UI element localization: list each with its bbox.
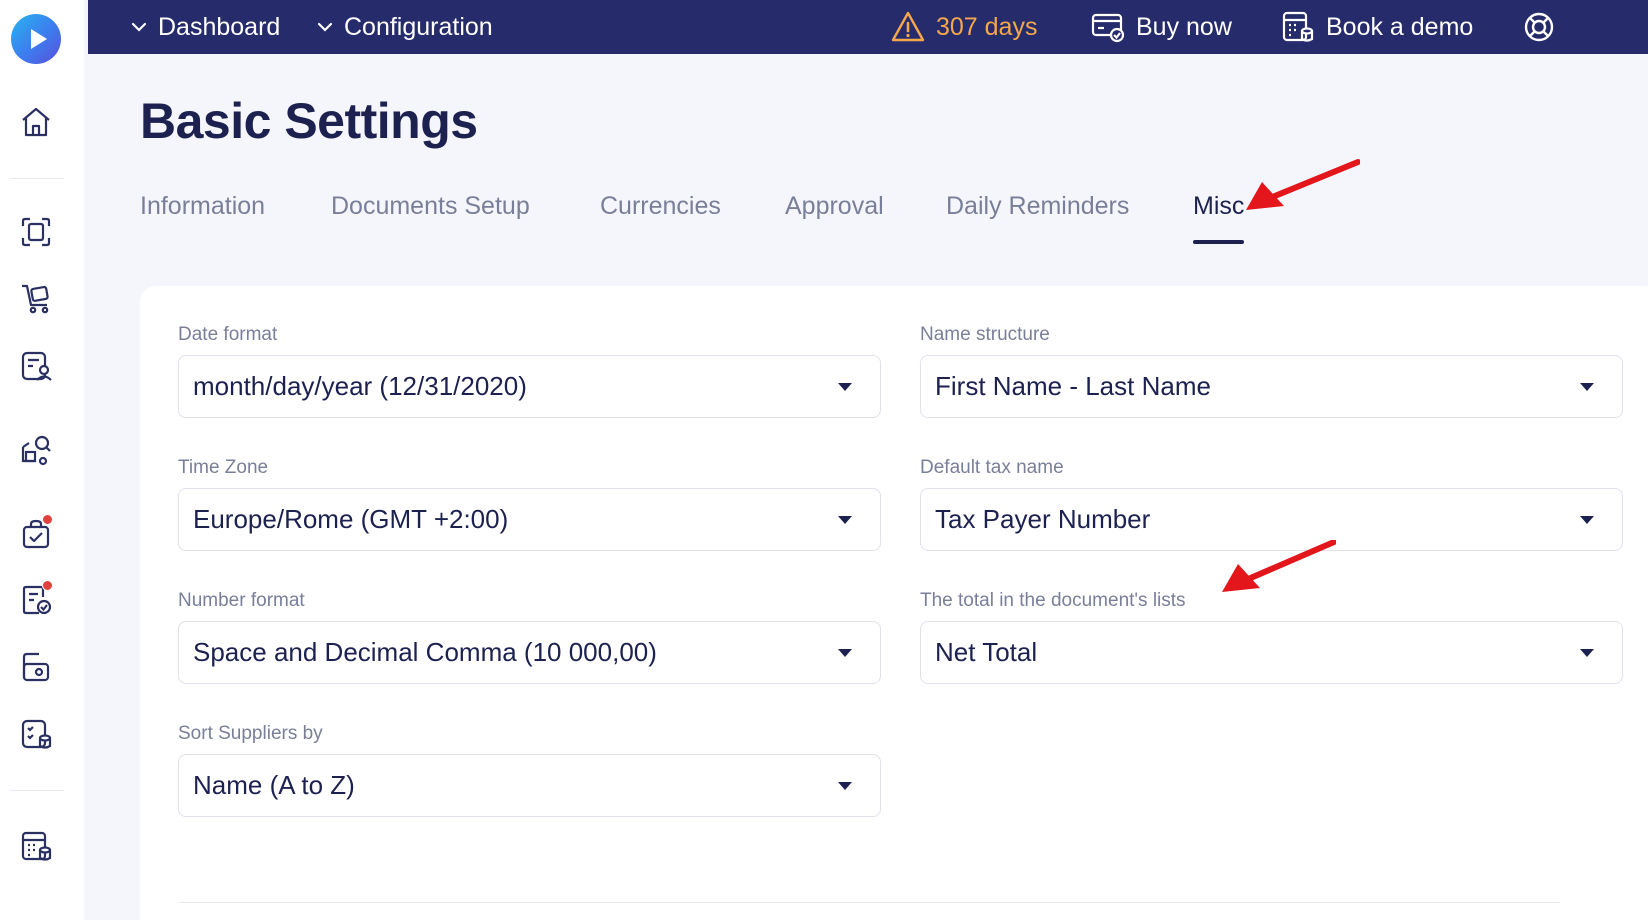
tab-misc[interactable]: Misc [1193,192,1245,244]
configuration-menu-label: Configuration [344,12,493,41]
lifebuoy-icon [1524,12,1554,42]
number-format-value: Space and Decimal Comma (10 000,00) [193,637,657,667]
trial-days-label: 307 days [936,12,1038,41]
annotation-arrow-icon [1222,540,1336,592]
date-format-select[interactable]: month/day/year (12/31/2020) [178,355,881,418]
scan-icon[interactable] [16,212,56,252]
date-format-value: month/day/year (12/31/2020) [193,371,527,401]
sidebar-divider [10,790,64,791]
dashboard-menu[interactable]: Dashboard [130,0,280,54]
trial-days-indicator[interactable]: 307 days [890,0,1037,54]
tab-currencies[interactable]: Currencies [600,192,721,221]
time-zone-select[interactable]: Europe/Rome (GMT +2:00) [178,488,881,551]
caret-down-icon [838,383,852,391]
warning-icon [891,11,925,42]
caret-down-icon [838,782,852,790]
annotation-arrow-icon [1246,159,1360,210]
sidebar-divider [10,178,64,179]
sidebar [0,0,84,920]
time-zone-label: Time Zone [178,457,269,478]
home-icon[interactable] [16,102,56,142]
credit-card-icon [1091,13,1125,43]
wallet-icon[interactable] [16,647,56,687]
caret-down-icon [1580,383,1594,391]
calculator-db-icon[interactable] [16,826,56,866]
sort-suppliers-label: Sort Suppliers by [178,723,323,744]
caret-down-icon [1580,516,1594,524]
sort-suppliers-value: Name (A to Z) [193,770,355,800]
top-bar: Dashboard Configuration 307 days Buy now… [88,0,1648,54]
app-logo[interactable] [11,14,61,64]
time-zone-value: Europe/Rome (GMT +2:00) [193,504,509,534]
tab-documents-setup[interactable]: Documents Setup [331,192,530,221]
number-format-label: Number format [178,590,305,611]
chevron-down-icon [131,22,147,32]
card-divider [178,902,1560,903]
settings-card: Date format month/day/year (12/31/2020) … [140,286,1648,920]
book-demo-button[interactable]: Book a demo [1280,0,1473,54]
name-structure-value: First Name - Last Name [935,371,1211,401]
calculator-icon [1282,11,1314,42]
document-total-value: Net Total [935,637,1038,667]
tab-information[interactable]: Information [140,192,265,221]
logo-play-icon [31,29,47,49]
default-tax-value: Tax Payer Number [935,504,1151,534]
cart-icon[interactable] [16,278,56,318]
buy-now-button[interactable]: Buy now [1090,0,1232,54]
buy-now-label: Buy now [1136,12,1232,41]
default-tax-label: Default tax name [920,457,1064,478]
number-format-select[interactable]: Space and Decimal Comma (10 000,00) [178,621,881,684]
sort-suppliers-select[interactable]: Name (A to Z) [178,754,881,817]
dashboard-menu-label: Dashboard [158,12,281,41]
document-total-label: The total in the document's lists [920,590,1186,611]
invoice-user-icon[interactable] [16,346,56,386]
notification-dot [42,580,53,591]
name-structure-select[interactable]: First Name - Last Name [920,355,1623,418]
document-check-icon[interactable] [16,580,56,620]
date-format-label: Date format [178,324,278,345]
chevron-down-icon [317,22,333,32]
supplier-search-icon[interactable] [16,430,56,470]
caret-down-icon [838,516,852,524]
notification-dot [42,514,53,525]
tab-daily-reminders[interactable]: Daily Reminders [946,192,1129,221]
page-title: Basic Settings [140,93,478,149]
tab-approval[interactable]: Approval [785,192,884,221]
settings-tabs: Information Documents Setup Currencies A… [140,192,1640,248]
book-demo-label: Book a demo [1326,12,1474,41]
configuration-menu[interactable]: Configuration [316,0,493,54]
caret-down-icon [838,649,852,657]
name-structure-label: Name structure [920,324,1050,345]
caret-down-icon [1580,649,1594,657]
document-total-select[interactable]: Net Total [920,621,1623,684]
list-db-icon[interactable] [16,714,56,754]
help-button[interactable] [1522,0,1556,54]
approval-bag-icon[interactable] [16,514,56,554]
